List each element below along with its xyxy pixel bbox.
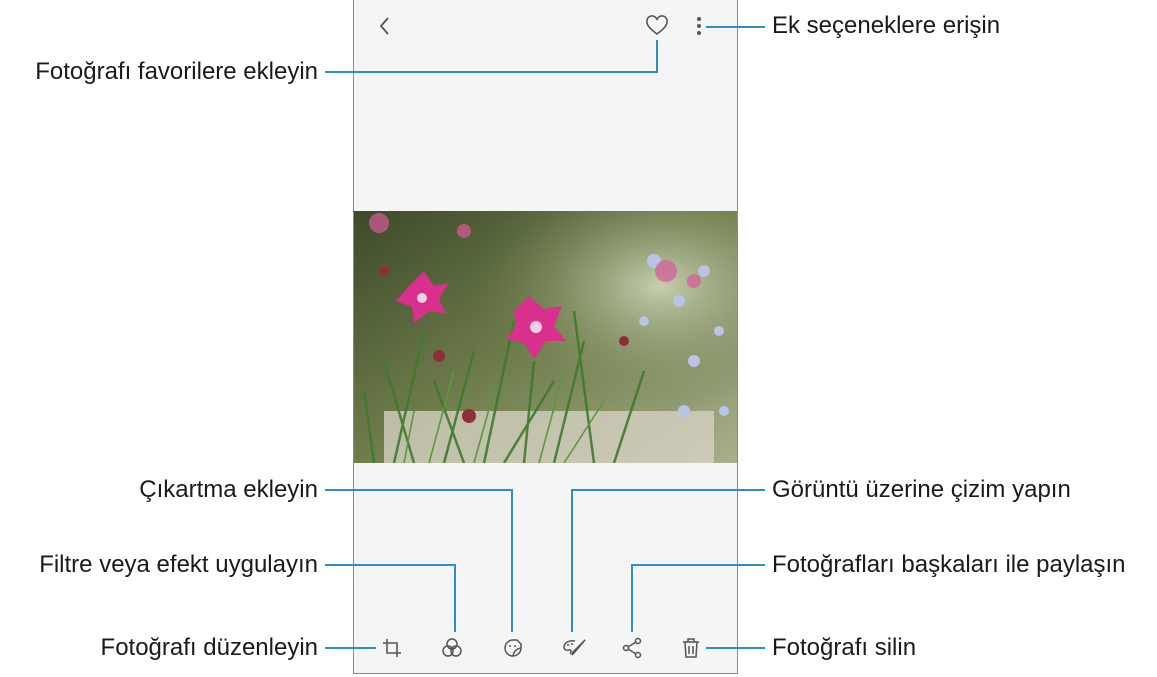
crop-edit-icon[interactable] <box>380 636 404 660</box>
flower-photo <box>354 211 737 463</box>
sticker-callout: Çıkartma ekleyin <box>139 476 318 503</box>
more-options-icon[interactable] <box>694 14 704 38</box>
sticker-icon[interactable] <box>501 636 525 660</box>
draw-brush-icon[interactable] <box>561 636 587 660</box>
delete-callout: Fotoğrafı silin <box>772 634 917 661</box>
favorite-callout: Fotoğrafı favorilere ekleyin <box>35 58 318 85</box>
filter-callout: Filtre veya efekt uygulayın <box>39 551 318 578</box>
share-icon[interactable] <box>621 636 643 660</box>
delete-trash-icon[interactable] <box>680 636 702 660</box>
share-callout: Fotoğrafları başkaları ile paylaşın <box>772 551 1126 578</box>
filter-effects-icon[interactable] <box>440 636 464 660</box>
edit-callout: Fotoğrafı düzenleyin <box>100 634 318 661</box>
back-icon[interactable] <box>377 14 393 38</box>
more-options-callout: Ek seçeneklere erişin <box>772 12 1001 39</box>
favorite-heart-icon[interactable] <box>645 15 669 37</box>
draw-callout: Görüntü üzerine çizim yapın <box>772 476 1071 503</box>
